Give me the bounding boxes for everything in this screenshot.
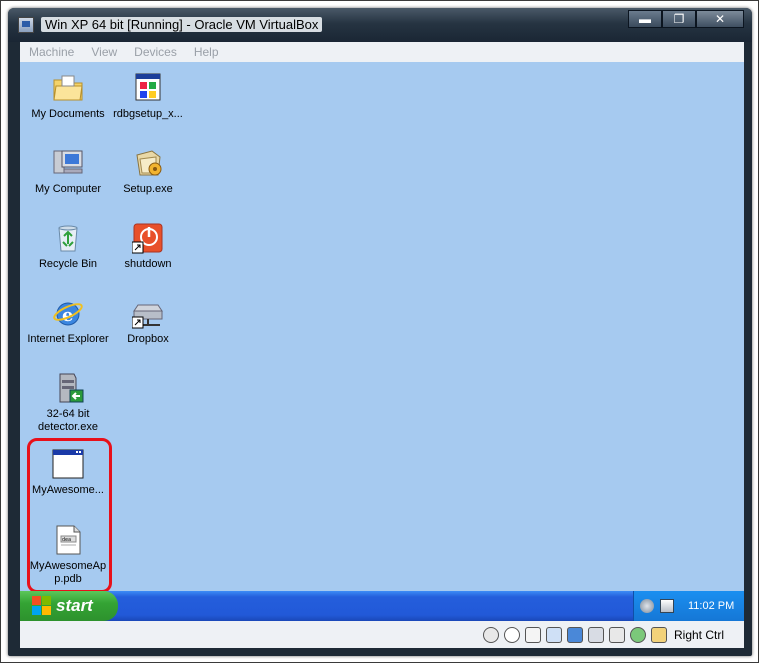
icon-label: rdbgsetup_x... <box>113 108 183 120</box>
folder-icon <box>52 72 84 104</box>
menu-bar: Machine View Devices Help <box>20 42 744 62</box>
video-capture-icon[interactable] <box>608 626 625 643</box>
hard-disk-icon[interactable] <box>482 626 499 643</box>
start-button[interactable]: start <box>20 591 118 621</box>
keyboard-capture-icon[interactable] <box>650 626 667 643</box>
network-icon[interactable] <box>660 599 674 613</box>
system-tray: 11:02 PM <box>633 591 744 621</box>
menu-devices[interactable]: Devices <box>125 45 185 59</box>
network-adapter-icon[interactable] <box>566 626 583 643</box>
windows-logo-icon <box>32 596 52 616</box>
menu-machine[interactable]: Machine <box>20 45 82 59</box>
desktop-icon-recycle-bin[interactable]: Recycle Bin <box>26 222 110 271</box>
server-icon <box>52 372 84 404</box>
shared-folders-icon[interactable] <box>545 626 562 643</box>
mouse-integration-icon[interactable] <box>629 626 646 643</box>
computer-icon <box>52 147 84 179</box>
host-key-label: Right Ctrl <box>673 627 724 642</box>
desktop-icon-shutdown[interactable]: shutdown <box>106 222 190 271</box>
icon-label: Internet Explorer <box>27 333 109 345</box>
speaker-icon[interactable] <box>640 599 654 613</box>
icon-label: Recycle Bin <box>38 258 98 270</box>
icon-label: My Documents <box>31 108 105 120</box>
desktop-icon-rdbgsetup[interactable]: rdbgsetup_x... <box>106 72 190 121</box>
virtualbox-app-icon <box>18 17 34 33</box>
power-icon <box>131 222 164 254</box>
guest-desktop[interactable]: My Documents rdbgsetup_x... My Computer … <box>20 62 744 591</box>
menu-help[interactable]: Help <box>185 45 227 59</box>
desktop-icon-detector[interactable]: 32-64 bit detector.exe <box>26 372 110 434</box>
minimize-button[interactable]: ▬ <box>628 10 662 28</box>
title-bar[interactable]: Win XP 64 bit [Running] - Oracle VM Virt… <box>8 8 752 42</box>
window-controls: ▬ ❐ ✕ <box>628 10 744 30</box>
setup-icon <box>132 147 164 179</box>
window-title: Win XP 64 bit [Running] - Oracle VM Virt… <box>41 17 323 32</box>
desktop-icon-internet-explorer[interactable]: e Internet Explorer <box>26 297 110 346</box>
icon-label: shutdown <box>124 258 172 270</box>
icon-label: Setup.exe <box>123 183 173 195</box>
recycle-bin-icon <box>52 222 84 254</box>
highlight-annotation <box>27 438 112 591</box>
taskbar: start 11:02 PM <box>20 591 744 621</box>
maximize-button[interactable]: ❐ <box>662 10 696 28</box>
icon-label: 32-64 bit detector.exe <box>38 408 98 433</box>
virtualbox-status-bar: Right Ctrl <box>20 621 744 648</box>
desktop-icon-dropbox[interactable]: Dropbox <box>106 297 190 346</box>
close-button[interactable]: ✕ <box>696 10 744 28</box>
usb-icon[interactable] <box>524 626 541 643</box>
menu-view[interactable]: View <box>82 45 125 59</box>
network-drive-icon <box>131 297 164 329</box>
optical-drive-icon[interactable] <box>503 626 520 643</box>
icon-label: Dropbox <box>127 333 169 345</box>
installer-icon <box>132 72 164 104</box>
clock[interactable]: 11:02 PM <box>688 600 734 612</box>
ie-icon: e <box>52 297 84 329</box>
desktop-icon-my-documents[interactable]: My Documents <box>26 72 110 121</box>
start-label: start <box>56 596 93 615</box>
icon-label: My Computer <box>34 183 102 195</box>
desktop-icon-my-computer[interactable]: My Computer <box>26 147 110 196</box>
desktop-icon-setup[interactable]: Setup.exe <box>106 147 190 196</box>
display-icon[interactable] <box>587 626 604 643</box>
virtualbox-window: Win XP 64 bit [Running] - Oracle VM Virt… <box>8 8 752 656</box>
